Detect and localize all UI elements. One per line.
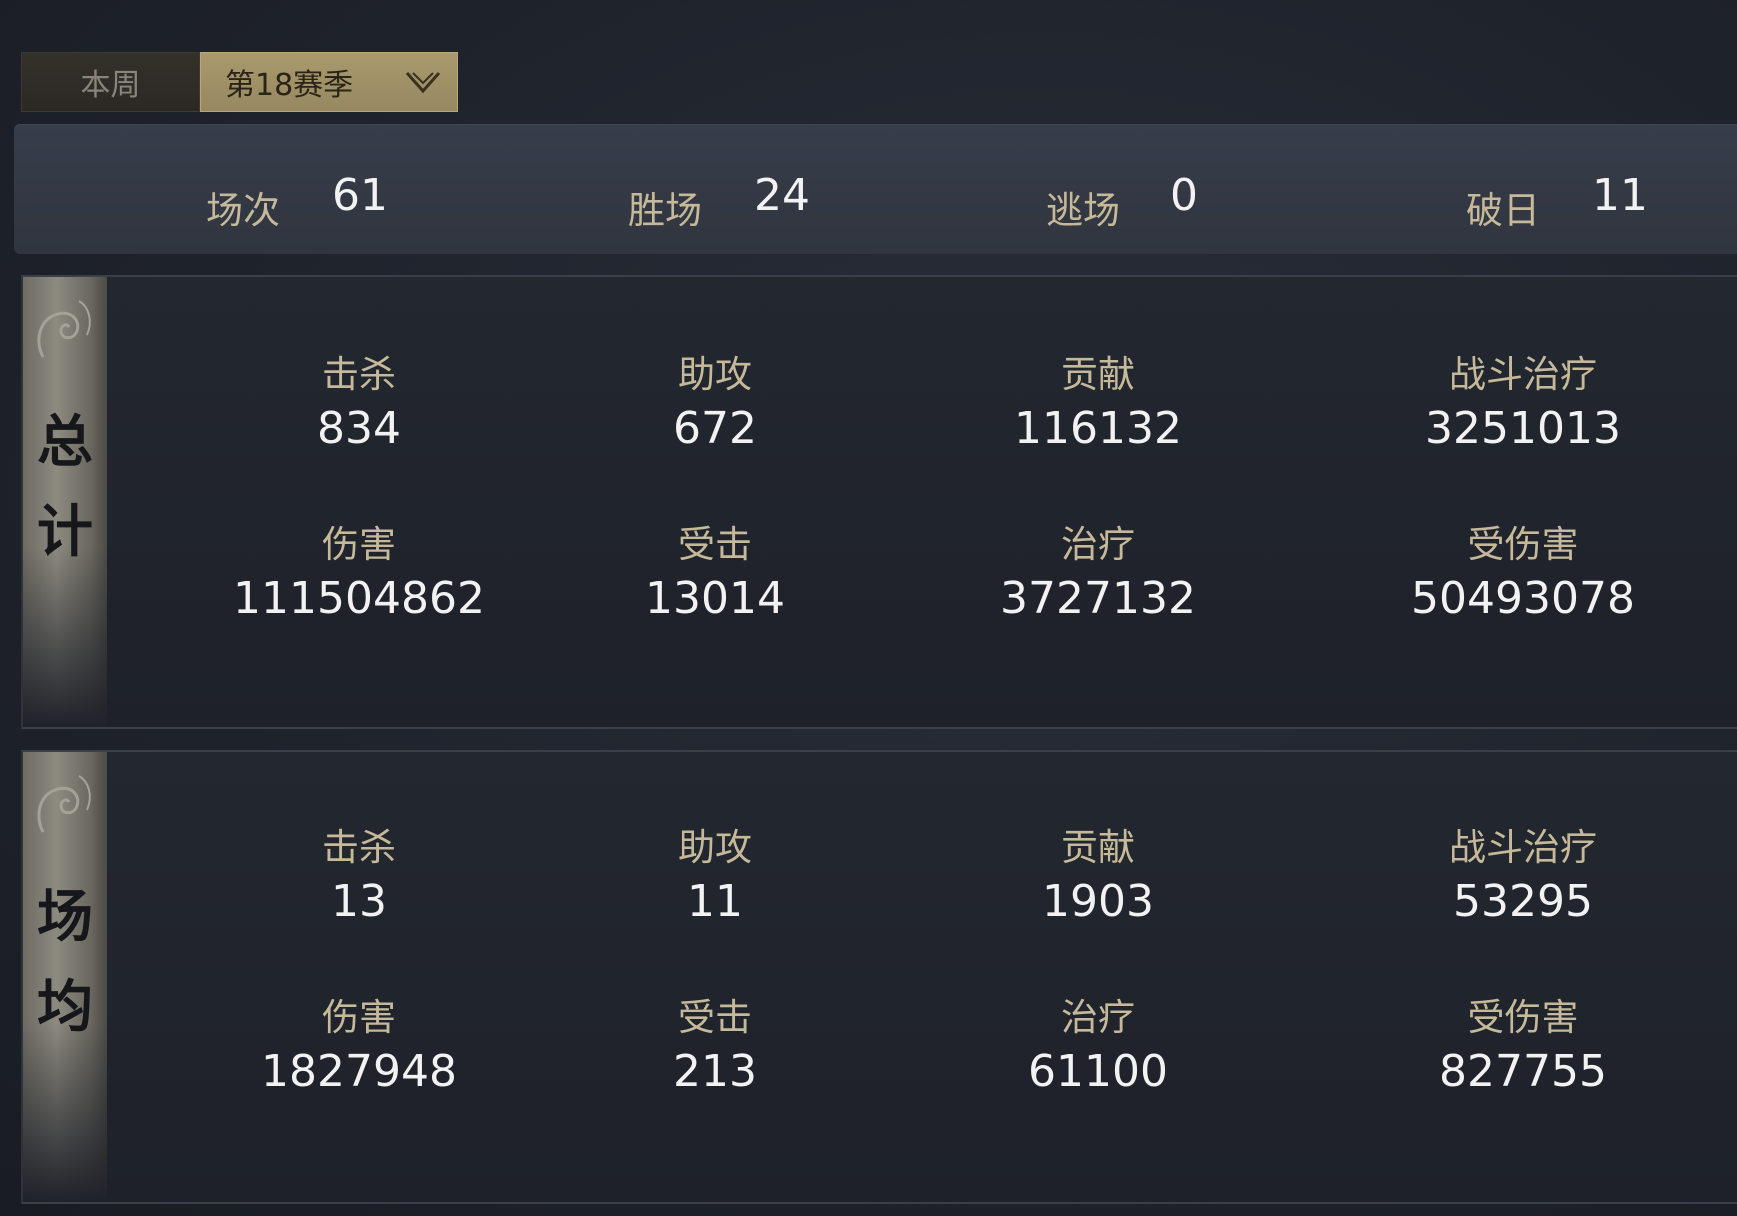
stat-label: 助攻 — [678, 353, 752, 396]
stat-value: 1827948 — [261, 1046, 457, 1097]
stat-heal: 治疗 3727132 — [978, 523, 1218, 627]
breaks-value: 11 — [1592, 170, 1648, 221]
stat-label: 受伤害 — [1467, 996, 1579, 1039]
stat-value: 213 — [673, 1046, 757, 1097]
season-dropdown[interactable]: 第18赛季 — [200, 52, 458, 112]
stat-label: 战斗治疗 — [1449, 826, 1597, 869]
side-tab-fade — [23, 547, 107, 727]
stat-label: 贡献 — [1061, 353, 1135, 396]
period-tabs: 本周 第18赛季 — [21, 52, 458, 112]
stat-kills: 击杀 13 — [259, 826, 459, 930]
stat-label: 受击 — [678, 523, 752, 566]
chevron-down-icon — [405, 72, 441, 94]
stat-contribution: 贡献 116132 — [978, 353, 1218, 457]
stat-label: 助攻 — [678, 826, 752, 869]
side-tab-fade — [23, 1022, 107, 1202]
escapes-value: 0 — [1170, 170, 1198, 221]
cloud-scroll-ornament — [37, 775, 91, 833]
stat-label: 受击 — [678, 996, 752, 1039]
stat-hits-taken: 受击 213 — [615, 996, 815, 1100]
stat-value: 61100 — [1028, 1046, 1168, 1097]
stat-label: 受伤害 — [1467, 523, 1579, 566]
stat-value: 53295 — [1453, 876, 1593, 927]
stat-value: 11 — [687, 876, 743, 927]
stat-value: 3251013 — [1425, 403, 1621, 454]
stat-label: 击杀 — [322, 826, 396, 869]
stat-label: 伤害 — [322, 523, 396, 566]
stat-assists: 助攻 672 — [615, 353, 815, 457]
stat-value: 13014 — [645, 573, 785, 624]
stat-battle-heal: 战斗治疗 53295 — [1403, 826, 1643, 930]
side-char-chang: 场 — [37, 884, 93, 950]
stat-label: 贡献 — [1061, 826, 1135, 869]
average-stats-section: 场 均 击杀 13 助攻 11 贡献 1903 战斗治疗 53295 伤害 18… — [21, 750, 1737, 1204]
stat-value: 3727132 — [1000, 573, 1196, 624]
wins-label: 胜场 — [628, 189, 702, 232]
total-side-tab: 总 计 — [23, 277, 107, 727]
stat-damage-taken: 受伤害 50493078 — [1393, 523, 1653, 627]
breaks-label: 破日 — [1466, 189, 1540, 232]
side-char-zong: 总 — [37, 409, 93, 475]
tab-this-week-label: 本周 — [80, 68, 141, 103]
stat-damage: 伤害 111504862 — [219, 523, 499, 627]
stat-value: 1903 — [1042, 876, 1154, 927]
stat-label: 战斗治疗 — [1449, 353, 1597, 396]
stat-damage: 伤害 1827948 — [239, 996, 479, 1100]
matches-value: 61 — [332, 170, 388, 221]
stat-damage-taken: 受伤害 827755 — [1403, 996, 1643, 1100]
side-char-ji: 计 — [37, 499, 93, 565]
stat-value: 116132 — [1014, 403, 1182, 454]
cloud-scroll-ornament — [37, 300, 91, 358]
stat-label: 治疗 — [1061, 523, 1135, 566]
tab-this-week[interactable]: 本周 — [21, 52, 200, 112]
stat-hits-taken: 受击 13014 — [615, 523, 815, 627]
stat-kills: 击杀 834 — [259, 353, 459, 457]
stat-value: 50493078 — [1411, 573, 1635, 624]
stat-value: 13 — [331, 876, 387, 927]
stat-label: 击杀 — [322, 353, 396, 396]
stat-heal: 治疗 61100 — [978, 996, 1218, 1100]
stat-label: 治疗 — [1061, 996, 1135, 1039]
season-summary-bar: 场次 61 胜场 24 逃场 0 破日 11 — [14, 124, 1737, 254]
season-dropdown-label: 第18赛季 — [225, 68, 354, 103]
escapes-label: 逃场 — [1046, 189, 1120, 232]
stat-value: 111504862 — [233, 573, 485, 624]
wins-value: 24 — [754, 170, 810, 221]
stat-value: 672 — [673, 403, 757, 454]
side-char-jun: 均 — [37, 974, 93, 1040]
total-stats-section: 总 计 击杀 834 助攻 672 贡献 116132 战斗治疗 3251013… — [21, 275, 1737, 729]
stat-label: 伤害 — [322, 996, 396, 1039]
matches-label: 场次 — [206, 189, 280, 232]
average-side-tab: 场 均 — [23, 752, 107, 1202]
stat-value: 834 — [317, 403, 401, 454]
stat-value: 827755 — [1439, 1046, 1607, 1097]
stat-assists: 助攻 11 — [615, 826, 815, 930]
stat-battle-heal: 战斗治疗 3251013 — [1403, 353, 1643, 457]
stat-contribution: 贡献 1903 — [978, 826, 1218, 930]
